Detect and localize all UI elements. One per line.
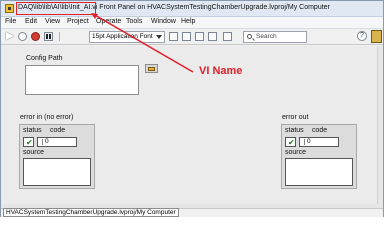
project-context-label[interactable]: HVACSystemTestingChamberUpgrade.lvproj/M…	[3, 208, 179, 217]
reorder-icon[interactable]	[208, 32, 217, 41]
menu-bar: File Edit View Project Operate Tools Win…	[1, 17, 383, 29]
cleanup-icon[interactable]	[223, 32, 232, 41]
toolbar-separator	[59, 32, 85, 41]
distribute-objects-icon[interactable]	[182, 32, 191, 41]
vi-name-highlight-box	[16, 2, 96, 15]
menu-view[interactable]: View	[45, 18, 60, 25]
text-settings-dropdown[interactable]: 15pt Application Font	[89, 31, 165, 43]
search-placeholder: Search	[256, 33, 277, 40]
error-in-status-label: status	[23, 127, 42, 134]
search-field[interactable]: Search	[243, 31, 307, 43]
menu-project[interactable]: Project	[67, 18, 89, 25]
run-continuously-icon[interactable]	[18, 32, 27, 41]
error-out-status-indicator: ✔	[285, 137, 296, 147]
vi-connector-pane-icon[interactable]	[371, 30, 382, 43]
chevron-down-icon	[156, 35, 162, 39]
front-panel-window: DAQ\lib\lib\AI\lib\Init_AI.vi Front Pane…	[0, 0, 384, 217]
error-out-code-value: 0	[307, 138, 311, 145]
menu-file[interactable]: File	[5, 18, 16, 25]
folder-icon	[148, 67, 155, 71]
error-in-source-field[interactable]	[23, 158, 91, 186]
menu-help[interactable]: Help	[181, 18, 195, 25]
error-out-source-field	[285, 158, 353, 186]
labview-app-icon	[5, 4, 14, 13]
error-out-status-label: status	[285, 127, 304, 134]
resize-objects-icon[interactable]	[195, 32, 204, 41]
green-check-icon: ✔	[26, 138, 33, 147]
error-in-label: error in (no error)	[20, 114, 74, 121]
error-out-code-label: code	[312, 127, 328, 134]
run-arrow-icon[interactable]	[6, 32, 14, 40]
search-icon	[247, 34, 252, 39]
error-in-source-label: source	[23, 149, 45, 156]
title-bar: DAQ\lib\lib\AI\lib\Init_AI.vi Front Pane…	[1, 1, 383, 17]
config-path-input[interactable]	[25, 65, 139, 95]
align-objects-icon[interactable]	[169, 32, 178, 41]
error-in-code-value: 0	[45, 138, 49, 145]
menu-operate[interactable]: Operate	[96, 18, 121, 25]
abort-icon[interactable]	[31, 32, 40, 41]
error-in-cluster: status code ✔ 0 source	[19, 124, 95, 189]
font-value: 15pt Application Font	[92, 33, 153, 40]
error-out-cluster: status code ✔ 0 source	[281, 124, 357, 189]
increment-icon	[301, 139, 305, 145]
browse-button[interactable]	[145, 64, 158, 73]
error-out-source-label: source	[285, 149, 307, 156]
vertical-scrollbar[interactable]	[377, 46, 383, 204]
config-path-label: Config Path	[26, 55, 63, 62]
menu-window[interactable]: Window	[151, 18, 176, 25]
error-in-status-indicator[interactable]: ✔	[23, 137, 34, 147]
green-check-icon: ✔	[288, 138, 295, 147]
error-in-code-field[interactable]: 0	[37, 137, 77, 147]
error-out-label: error out	[282, 114, 309, 121]
help-button[interactable]: ?	[357, 31, 367, 41]
status-bar: HVACSystemTestingChamberUpgrade.lvproj/M…	[1, 208, 383, 217]
increment-icon[interactable]	[39, 139, 43, 145]
error-in-code-label: code	[50, 127, 66, 134]
menu-edit[interactable]: Edit	[25, 18, 37, 25]
vi-name-annotation: VI Name	[199, 65, 243, 77]
pause-icon[interactable]	[44, 32, 53, 41]
menu-tools[interactable]: Tools	[126, 18, 142, 25]
toolbar: 15pt Application Font Search ?	[1, 29, 383, 45]
error-out-code-field: 0	[299, 137, 339, 147]
